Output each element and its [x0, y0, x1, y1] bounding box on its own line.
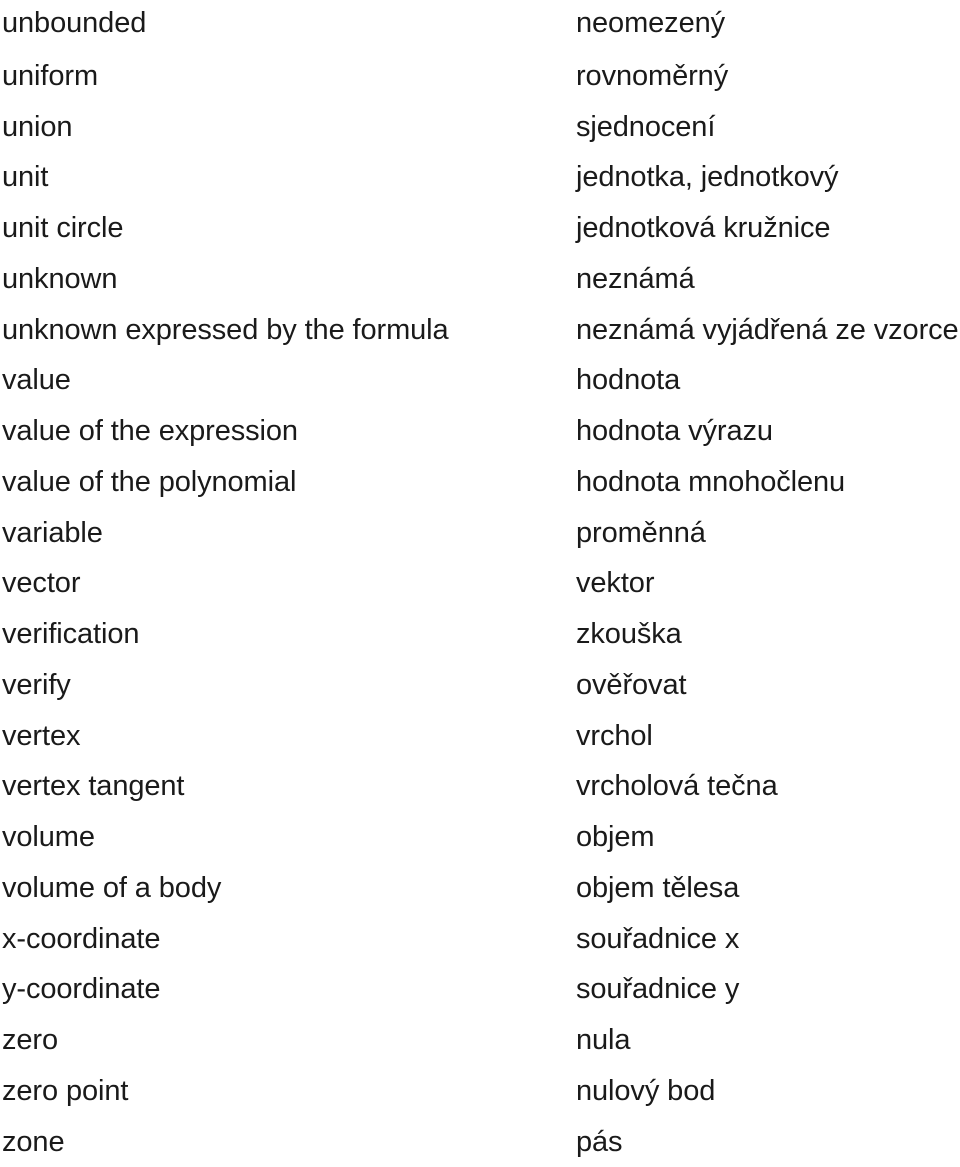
- glossary-row: unitjednotka, jednotkový: [0, 152, 960, 203]
- glossary-translation: zkouška: [576, 609, 960, 660]
- glossary-row: volume of a bodyobjem tělesa: [0, 863, 960, 914]
- glossary-translation: jednotka, jednotkový: [576, 152, 960, 203]
- glossary-row: unboundedneomezený: [0, 0, 960, 51]
- glossary-term: vertex tangent: [0, 761, 576, 812]
- glossary-translation: neznámá: [576, 254, 960, 305]
- glossary-table: unboundedneomezenýuniformrovnoměrnýunion…: [0, 0, 960, 1167]
- glossary-row: zero pointnulový bod: [0, 1066, 960, 1117]
- glossary-translation: pás: [576, 1117, 960, 1167]
- glossary-translation: objem tělesa: [576, 863, 960, 914]
- glossary-translation: proměnná: [576, 508, 960, 559]
- glossary-row: zeronula: [0, 1015, 960, 1066]
- glossary-translation: ověřovat: [576, 660, 960, 711]
- glossary-table-body: unboundedneomezenýuniformrovnoměrnýunion…: [0, 0, 960, 1167]
- glossary-row: x-coordinatesouřadnice x: [0, 914, 960, 965]
- glossary-translation: souřadnice x: [576, 914, 960, 965]
- glossary-row: unit circlejednotková kružnice: [0, 203, 960, 254]
- glossary-term: volume of a body: [0, 863, 576, 914]
- glossary-term: value of the expression: [0, 406, 576, 457]
- glossary-term: zero point: [0, 1066, 576, 1117]
- glossary-term: union: [0, 102, 576, 153]
- glossary-term: variable: [0, 508, 576, 559]
- glossary-term: value: [0, 355, 576, 406]
- glossary-translation: hodnota výrazu: [576, 406, 960, 457]
- glossary-translation: souřadnice y: [576, 964, 960, 1015]
- glossary-row: unknown expressed by the formulaneznámá …: [0, 305, 960, 356]
- glossary-row: vectorvektor: [0, 558, 960, 609]
- glossary-term: y-coordinate: [0, 964, 576, 1015]
- glossary-term: zone: [0, 1117, 576, 1167]
- glossary-translation: rovnoměrný: [576, 51, 960, 102]
- glossary-row: valuehodnota: [0, 355, 960, 406]
- glossary-term: unknown: [0, 254, 576, 305]
- glossary-translation: nulový bod: [576, 1066, 960, 1117]
- glossary-page: unboundedneomezenýuniformrovnoměrnýunion…: [0, 0, 960, 1156]
- glossary-row: y-coordinatesouřadnice y: [0, 964, 960, 1015]
- glossary-row: vertexvrchol: [0, 711, 960, 762]
- glossary-row: vertex tangentvrcholová tečna: [0, 761, 960, 812]
- glossary-term: zero: [0, 1015, 576, 1066]
- glossary-term: vector: [0, 558, 576, 609]
- glossary-term: vertex: [0, 711, 576, 762]
- glossary-translation: vrcholová tečna: [576, 761, 960, 812]
- glossary-row: value of the polynomialhodnota mnohočlen…: [0, 457, 960, 508]
- glossary-translation: vrchol: [576, 711, 960, 762]
- glossary-term: unit circle: [0, 203, 576, 254]
- glossary-term: unknown expressed by the formula: [0, 305, 576, 356]
- glossary-row: verificationzkouška: [0, 609, 960, 660]
- glossary-row: unionsjednocení: [0, 102, 960, 153]
- glossary-row: verifyověřovat: [0, 660, 960, 711]
- glossary-translation: neomezený: [576, 0, 960, 51]
- glossary-term: x-coordinate: [0, 914, 576, 965]
- glossary-translation: sjednocení: [576, 102, 960, 153]
- glossary-term: unbounded: [0, 0, 576, 51]
- glossary-term: value of the polynomial: [0, 457, 576, 508]
- glossary-term: volume: [0, 812, 576, 863]
- glossary-translation: hodnota: [576, 355, 960, 406]
- glossary-translation: hodnota mnohočlenu: [576, 457, 960, 508]
- glossary-translation: objem: [576, 812, 960, 863]
- glossary-term: uniform: [0, 51, 576, 102]
- glossary-translation: nula: [576, 1015, 960, 1066]
- glossary-row: value of the expressionhodnota výrazu: [0, 406, 960, 457]
- glossary-translation: vektor: [576, 558, 960, 609]
- glossary-row: uniformrovnoměrný: [0, 51, 960, 102]
- glossary-row: volumeobjem: [0, 812, 960, 863]
- glossary-term: verification: [0, 609, 576, 660]
- glossary-row: zonepás: [0, 1117, 960, 1167]
- glossary-translation: jednotková kružnice: [576, 203, 960, 254]
- glossary-translation: neznámá vyjádřená ze vzorce: [576, 305, 960, 356]
- glossary-term: unit: [0, 152, 576, 203]
- glossary-row: unknownneznámá: [0, 254, 960, 305]
- glossary-term: verify: [0, 660, 576, 711]
- glossary-row: variableproměnná: [0, 508, 960, 559]
